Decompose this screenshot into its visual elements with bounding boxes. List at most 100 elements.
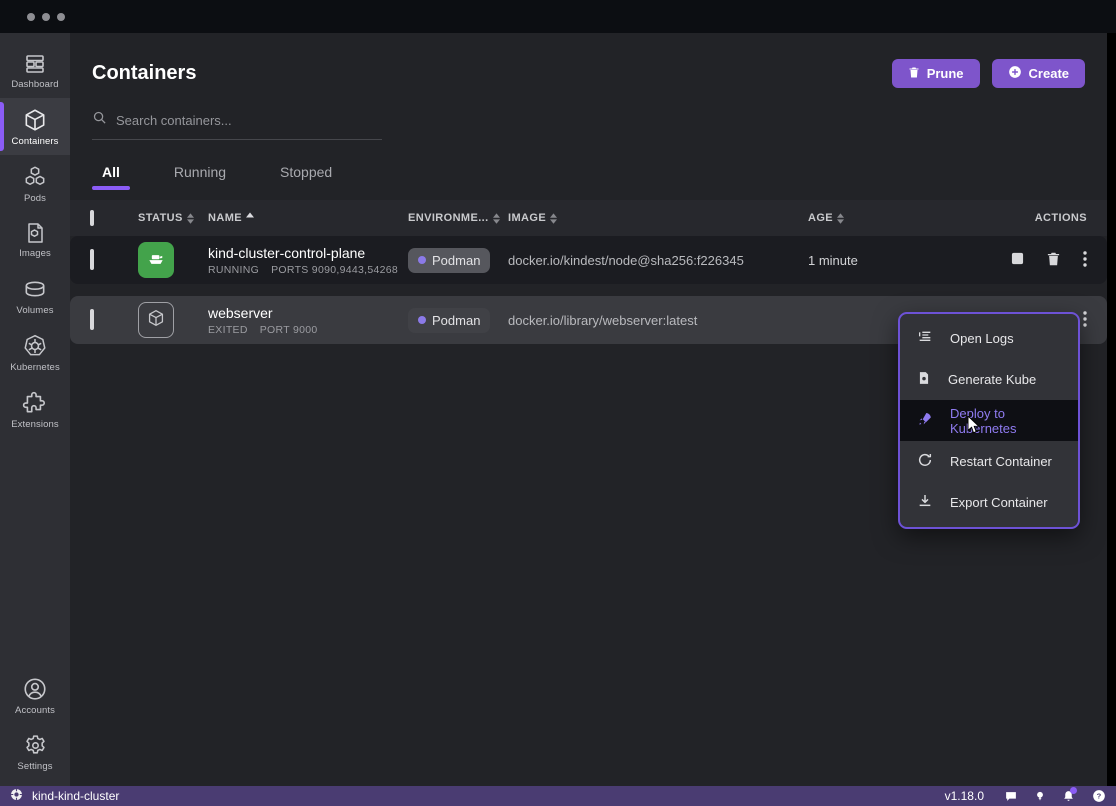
column-header-actions: ACTIONS xyxy=(969,212,1087,224)
plus-circle-icon xyxy=(1008,65,1022,82)
column-label: ENVIRONME... xyxy=(408,212,489,224)
sidebar-item-label: Containers xyxy=(12,136,59,147)
sidebar-item-settings[interactable]: Settings xyxy=(0,724,70,786)
kube-context-icon xyxy=(10,788,23,804)
menu-item-open-logs[interactable]: Open Logs xyxy=(900,318,1078,359)
search-icon xyxy=(92,110,107,130)
table-header: STATUS NAME ENVIRONME... IMAGE xyxy=(70,200,1107,236)
menu-item-label: Open Logs xyxy=(950,331,1014,346)
kube-context-indicator[interactable]: kind-kind-cluster xyxy=(10,788,119,804)
container-image: docker.io/library/webserver:latest xyxy=(508,313,808,328)
menu-item-generate-kube[interactable]: Generate Kube xyxy=(900,359,1078,400)
sidebar-item-label: Settings xyxy=(17,761,52,772)
column-label: AGE xyxy=(808,212,833,224)
accounts-icon xyxy=(22,676,48,702)
sidebar-item-containers[interactable]: Containers xyxy=(0,98,70,155)
sidebar-item-label: Pods xyxy=(24,193,46,204)
sidebar-item-label: Accounts xyxy=(15,705,55,716)
menu-item-restart-container[interactable]: Restart Container xyxy=(900,441,1078,482)
row-menu-button[interactable] xyxy=(1083,251,1087,270)
sidebar-item-accounts[interactable]: Accounts xyxy=(0,667,70,724)
sidebar-item-label: Extensions xyxy=(11,419,58,430)
kebab-menu-icon xyxy=(1083,251,1087,270)
stop-container-button[interactable] xyxy=(1011,252,1024,268)
tasks-icon[interactable] xyxy=(1035,789,1045,803)
sidebar-item-label: Volumes xyxy=(16,305,53,316)
window-minimize-button[interactable] xyxy=(42,13,50,21)
containers-icon xyxy=(22,107,48,133)
column-header-image[interactable]: IMAGE xyxy=(508,212,808,224)
search-input[interactable] xyxy=(116,113,356,128)
cube-icon xyxy=(145,307,167,334)
prune-button[interactable]: Prune xyxy=(892,59,980,88)
menu-item-export-container[interactable]: Export Container xyxy=(900,482,1078,523)
trash-icon xyxy=(908,66,920,82)
sidebar-item-pods[interactable]: Pods xyxy=(0,155,70,212)
podman-dot-icon xyxy=(418,316,426,324)
notifications-bell-icon[interactable] xyxy=(1062,789,1075,803)
row-checkbox[interactable] xyxy=(90,309,94,330)
prune-button-label: Prune xyxy=(927,66,964,81)
volumes-icon xyxy=(22,276,48,302)
select-all-checkbox[interactable] xyxy=(90,210,94,226)
status-bar: kind-kind-cluster v1.18.0 ? xyxy=(0,786,1116,806)
menu-item-label: Deploy to Kubernetes xyxy=(950,406,1061,436)
kube-context-label: kind-kind-cluster xyxy=(32,789,119,803)
sidebar-item-dashboard[interactable]: Dashboard xyxy=(0,43,70,98)
pods-icon xyxy=(22,164,48,190)
menu-item-label: Export Container xyxy=(950,495,1048,510)
container-name: webserver xyxy=(208,305,408,321)
menu-item-label: Restart Container xyxy=(950,454,1052,469)
sidebar-item-images[interactable]: Images xyxy=(0,212,70,267)
status-exited-badge xyxy=(138,302,174,338)
logs-icon xyxy=(917,329,933,348)
search-bar xyxy=(92,110,382,140)
tab-stopped[interactable]: Stopped xyxy=(270,158,342,190)
container-state: EXITED xyxy=(208,324,248,336)
sidebar-spacer xyxy=(0,438,70,667)
sidebar-item-extensions[interactable]: Extensions xyxy=(0,381,70,438)
window-close-button[interactable] xyxy=(27,13,35,21)
restart-icon xyxy=(917,452,933,471)
column-header-name[interactable]: NAME xyxy=(208,212,408,224)
kebab-menu-icon xyxy=(1083,311,1087,330)
sort-icon xyxy=(550,213,557,224)
page-title: Containers xyxy=(92,62,196,85)
column-label: IMAGE xyxy=(508,212,546,224)
stop-icon xyxy=(1011,252,1024,268)
column-label: ACTIONS xyxy=(1035,212,1087,224)
sort-icon xyxy=(187,213,194,224)
column-label: STATUS xyxy=(138,212,183,224)
row-checkbox[interactable] xyxy=(90,249,94,270)
create-button[interactable]: Create xyxy=(992,59,1085,88)
help-icon[interactable]: ? xyxy=(1092,789,1106,803)
feedback-icon[interactable] xyxy=(1004,790,1018,803)
menu-item-deploy-to-kubernetes[interactable]: Deploy to Kubernetes xyxy=(900,400,1078,441)
notification-dot xyxy=(1070,787,1077,794)
images-icon xyxy=(23,221,47,245)
delete-container-button[interactable] xyxy=(1046,251,1061,270)
sidebar-item-kubernetes[interactable]: Kubernetes xyxy=(0,324,70,381)
tab-all[interactable]: All xyxy=(92,158,130,190)
row-menu-button[interactable] xyxy=(1083,311,1087,330)
sidebar-item-label: Dashboard xyxy=(11,79,58,90)
tab-running[interactable]: Running xyxy=(164,158,236,190)
sidebar-item-label: Images xyxy=(19,248,51,259)
column-label: NAME xyxy=(208,212,242,224)
svg-text:?: ? xyxy=(1097,792,1102,801)
container-name: kind-cluster-control-plane xyxy=(208,245,408,261)
environment-label: Podman xyxy=(432,313,480,328)
sidebar-item-volumes[interactable]: Volumes xyxy=(0,267,70,324)
settings-icon xyxy=(23,733,48,758)
window-zoom-button[interactable] xyxy=(57,13,65,21)
table-row[interactable]: kind-cluster-control-plane RUNNING PORTS… xyxy=(70,236,1107,284)
sort-icon xyxy=(837,213,844,224)
container-ports: PORTS 9090,9443,54268 xyxy=(271,264,398,276)
environment-label: Podman xyxy=(432,253,480,268)
kind-ship-icon xyxy=(146,248,166,273)
column-header-age[interactable]: AGE xyxy=(808,212,969,224)
column-header-environment[interactable]: ENVIRONME... xyxy=(408,212,508,224)
kubernetes-icon xyxy=(22,333,48,359)
environment-badge: Podman xyxy=(408,308,490,333)
column-header-status[interactable]: STATUS xyxy=(138,212,208,224)
